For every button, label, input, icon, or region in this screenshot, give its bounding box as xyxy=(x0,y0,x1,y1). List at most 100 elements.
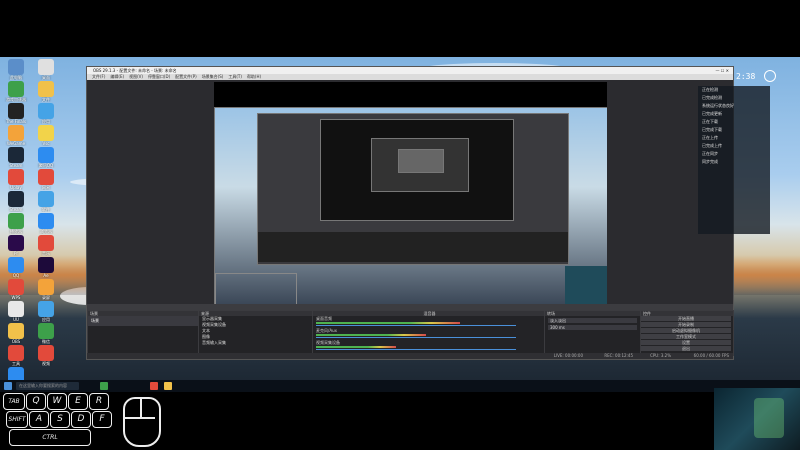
app-icon[interactable]: Pr xyxy=(3,235,29,256)
start-button[interactable] xyxy=(4,382,12,390)
app-icon[interactable]: UU xyxy=(3,301,29,322)
transitions-dock: 转场 淡入淡出 300 ms xyxy=(544,310,641,356)
app-icon[interactable]: 游戏加速器 xyxy=(3,81,29,102)
app-icon-glyph xyxy=(8,147,24,163)
transition-duration[interactable]: 300 ms xyxy=(548,325,637,330)
top-letterbox xyxy=(0,0,800,57)
key-s: S xyxy=(50,411,70,428)
app-icon[interactable]: Ae xyxy=(33,257,59,278)
scene-item[interactable]: 场景 xyxy=(88,316,198,326)
control-button[interactable]: 启动虚拟摄像机 xyxy=(641,328,731,333)
app-icon[interactable]: 应用 xyxy=(33,103,59,124)
weather-icon xyxy=(764,70,776,82)
control-button[interactable]: 工作室模式 xyxy=(641,334,731,339)
taskbar-app-icon[interactable] xyxy=(164,382,172,390)
app-icon[interactable]: Uplay xyxy=(3,169,29,190)
mixer-channel-label: 桌面音频 xyxy=(316,316,332,321)
obs-titlebar[interactable]: OBS 29.1.3 - 配置文件: 未命名 - 场景: 未命名 — ☐ ✕ xyxy=(87,67,733,74)
app-icon-glyph xyxy=(38,257,54,273)
folder-icon-glyph xyxy=(38,81,54,97)
audio-level-meter xyxy=(316,334,426,336)
menu-item[interactable]: 配置文件(P) xyxy=(175,74,197,79)
menu-item[interactable]: 视图(V) xyxy=(129,74,143,79)
computer-icon[interactable]: 此电脑 xyxy=(3,59,29,80)
desktop-icon-label: Steam xyxy=(9,207,23,212)
desktop-icon-label: UU xyxy=(13,317,19,322)
window-controls[interactable]: — ☐ ✕ xyxy=(716,67,729,74)
notification-line: 正在下载 xyxy=(702,119,718,124)
app-icon[interactable]: 软件 xyxy=(33,191,59,212)
app-icon[interactable]: 视频 xyxy=(33,345,59,366)
notification-line: 正在上传 xyxy=(702,135,718,140)
menu-item[interactable]: 帮助(H) xyxy=(247,74,261,79)
volume-slider[interactable] xyxy=(316,349,516,350)
app-icon[interactable]: 网易 xyxy=(33,169,59,190)
obs-window[interactable]: OBS 29.1.3 - 配置文件: 未命名 - 场景: 未命名 — ☐ ✕ 文… xyxy=(86,66,734,360)
volume-slider[interactable] xyxy=(316,337,516,338)
app-icon[interactable]: 工具 xyxy=(3,345,29,366)
desktop-icon-label: WeGame xyxy=(6,141,26,146)
folder-icon[interactable]: 文件 xyxy=(33,81,59,102)
app-icon[interactable]: WPS xyxy=(3,279,29,300)
webcam-overlay xyxy=(714,388,800,450)
app-icon-glyph xyxy=(38,235,54,251)
volume-slider[interactable] xyxy=(316,325,516,326)
obs-preview-canvas[interactable] xyxy=(214,82,607,304)
notification-line: 已完成上传 xyxy=(702,143,722,148)
game-icon-glyph xyxy=(8,103,24,119)
app-icon[interactable]: Steam xyxy=(3,147,29,168)
taskbar-app-icon[interactable] xyxy=(150,382,158,390)
transition-select[interactable]: 淡入淡出 xyxy=(548,318,637,323)
menu-item[interactable]: 文件(F) xyxy=(92,74,105,79)
app-icon[interactable]: Vsc xyxy=(33,125,59,146)
app-icon-glyph xyxy=(38,103,54,119)
scenes-dock: 场景 场景 xyxy=(87,310,199,356)
source-item[interactable]: 音频输入采集 xyxy=(199,340,312,346)
app-icon[interactable]: Steam xyxy=(3,191,29,212)
app-icon[interactable]: OBS xyxy=(3,323,29,344)
control-button[interactable]: 退出 xyxy=(641,346,731,351)
nested-obs-1 xyxy=(257,113,569,265)
menu-item[interactable]: 场景集合(S) xyxy=(202,74,224,79)
desktop-icon-label: 视频 xyxy=(42,361,50,366)
desktop-icon-label: 腾讯QQ xyxy=(38,163,54,168)
app-icon[interactable]: 音乐 xyxy=(33,235,59,256)
key-e: E xyxy=(68,393,88,410)
app-icon[interactable]: 录屏 xyxy=(33,279,59,300)
status-live: LIVE: 00:00:00 xyxy=(553,353,583,358)
app-icon-glyph xyxy=(38,125,54,141)
app-icon[interactable]: 应用 xyxy=(33,301,59,322)
control-button[interactable]: 开始直播 xyxy=(641,316,731,321)
control-button[interactable]: 设置 xyxy=(641,340,731,345)
menu-item[interactable]: 编辑(E) xyxy=(110,74,124,79)
notification-line: 正在检测 xyxy=(702,87,718,92)
control-button[interactable]: 开始录制 xyxy=(641,322,731,327)
mouse-overlay-icon xyxy=(123,397,161,447)
app-icon[interactable]: 腾讯QQ xyxy=(33,147,59,168)
app-icon[interactable]: WeGame xyxy=(3,125,29,146)
key-r: R xyxy=(89,393,109,410)
desktop-icon-label: 工具 xyxy=(12,361,20,366)
app-icon[interactable]: 播放器 xyxy=(3,213,29,234)
app-icon[interactable]: 浏览器 xyxy=(33,213,59,234)
key-f: F xyxy=(92,411,112,428)
desktop-icon-label: Vsc xyxy=(42,141,50,146)
game-icon[interactable]: The Finals xyxy=(3,103,29,124)
taskbar-search[interactable]: 在这里输入你要搜索的内容 xyxy=(16,382,79,390)
app-icon[interactable]: QQ xyxy=(3,257,29,278)
desktop-icon-label: 软件 xyxy=(42,207,50,212)
file-icon[interactable]: 桌面 xyxy=(33,59,59,80)
desktop-clock: 2:38 xyxy=(736,72,756,81)
nested-docks xyxy=(258,232,568,262)
key-d: D xyxy=(71,411,91,428)
menu-item[interactable]: 工具(T) xyxy=(228,74,242,79)
taskbar-app-icon[interactable] xyxy=(100,382,108,390)
app-icon[interactable]: 微信 xyxy=(33,323,59,344)
app-icon-glyph xyxy=(8,81,24,97)
notification-line: 系统运行状态良好 xyxy=(702,103,734,108)
menu-item[interactable]: 停靠窗口(D) xyxy=(148,74,170,79)
app-icon-glyph xyxy=(8,345,24,361)
computer-icon-glyph xyxy=(8,59,24,75)
nested-preview-4 xyxy=(398,149,444,173)
app-icon-glyph xyxy=(8,125,24,141)
